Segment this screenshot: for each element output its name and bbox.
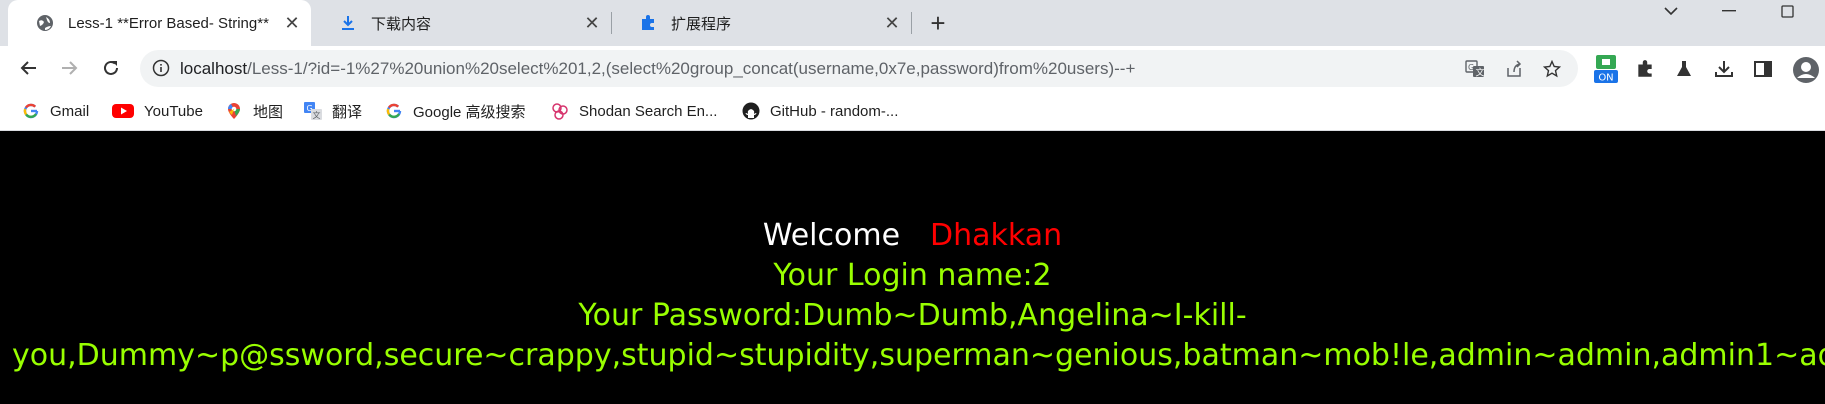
bookmark-gmail[interactable]: Gmail bbox=[22, 91, 89, 131]
bookmark-shodan[interactable]: Shodan Search En... bbox=[551, 91, 717, 131]
reload-button[interactable] bbox=[96, 53, 126, 83]
password-line-2: you,Dummy~p@ssword,secure~crappy,stupid~… bbox=[12, 338, 1825, 373]
shodan-icon bbox=[551, 102, 569, 120]
maximize-button[interactable] bbox=[1764, 0, 1810, 22]
address-bar[interactable]: localhost/Less-1/?id=-1%27%20union%20sel… bbox=[140, 50, 1578, 87]
side-panel-icon[interactable] bbox=[1752, 58, 1774, 80]
github-icon bbox=[742, 102, 760, 120]
bookmark-label: 地图 bbox=[253, 103, 284, 121]
tab-title: 扩展程序 bbox=[671, 15, 732, 33]
new-tab-button[interactable]: + bbox=[924, 8, 952, 38]
translate-page-icon[interactable]: 文G bbox=[1464, 58, 1486, 80]
bookmark-label: Shodan Search En... bbox=[579, 102, 718, 120]
share-icon[interactable] bbox=[1503, 58, 1525, 80]
svg-text:文: 文 bbox=[1476, 67, 1485, 79]
url-text[interactable]: localhost/Less-1/?id=-1%27%20union%20sel… bbox=[180, 50, 1135, 87]
tab-search-icon[interactable] bbox=[1648, 0, 1694, 22]
close-tab-icon[interactable]: ✕ bbox=[881, 12, 903, 34]
url-path: /Less-1/?id=-1%27%20union%20select%201,2… bbox=[247, 59, 1136, 78]
page-content: Welcome Dhakkan Your Login name:2 Your Pa… bbox=[0, 131, 1825, 404]
downloads-icon[interactable] bbox=[1713, 58, 1735, 80]
tab-title: 下载内容 bbox=[371, 15, 432, 33]
site-info-icon[interactable] bbox=[152, 59, 170, 82]
tab-less-1[interactable]: Less-1 **Error Based- String** ✕ bbox=[8, 0, 311, 46]
profile-avatar[interactable] bbox=[1792, 56, 1820, 84]
google-icon bbox=[385, 102, 403, 120]
maps-pin-icon bbox=[225, 102, 243, 120]
tab-extensions[interactable]: 扩展程序 ✕ bbox=[611, 0, 911, 46]
tab-separator bbox=[911, 12, 912, 34]
tab-strip: Less-1 **Error Based- String** ✕ 下载内容 ✕ … bbox=[0, 0, 1825, 46]
bookmark-github[interactable]: GitHub - random-... bbox=[742, 91, 898, 131]
bookmark-label: Gmail bbox=[50, 102, 90, 120]
welcome-text: Welcome bbox=[762, 218, 901, 253]
labs-flask-icon[interactable] bbox=[1673, 58, 1695, 80]
url-host: localhost bbox=[180, 59, 248, 78]
bookmark-translate[interactable]: G文 翻译 bbox=[304, 91, 362, 131]
translate-icon: G文 bbox=[304, 102, 322, 120]
bookmark-label: 翻译 bbox=[332, 103, 363, 121]
close-tab-icon[interactable]: ✕ bbox=[281, 12, 303, 34]
puzzle-icon bbox=[639, 14, 657, 32]
extensions-puzzle-icon[interactable] bbox=[1634, 58, 1656, 80]
browser-toolbar: localhost/Less-1/?id=-1%27%20union%20sel… bbox=[0, 46, 1825, 91]
forward-button[interactable] bbox=[54, 53, 84, 83]
tab-title: Less-1 **Error Based- String** bbox=[68, 14, 269, 32]
bookmark-maps[interactable]: 地图 bbox=[225, 91, 283, 131]
welcome-user: Dhakkan bbox=[930, 218, 1063, 253]
bookmarks-bar: Gmail YouTube 地图 G文 翻译 Google 高级搜索 Shoda… bbox=[0, 91, 1825, 131]
google-icon bbox=[22, 102, 40, 120]
bookmark-star-icon[interactable] bbox=[1541, 58, 1563, 80]
back-button[interactable] bbox=[14, 53, 44, 83]
extension-badge: ON bbox=[1598, 73, 1613, 84]
svg-text:G: G bbox=[1468, 63, 1474, 72]
extension-on-icon[interactable]: ON bbox=[1593, 54, 1619, 84]
bookmark-label: GitHub - random-... bbox=[770, 102, 899, 120]
welcome-line: Welcome Dhakkan bbox=[0, 218, 1825, 253]
bookmark-youtube[interactable]: YouTube bbox=[112, 91, 203, 131]
youtube-icon bbox=[112, 102, 134, 120]
svg-text:文: 文 bbox=[313, 110, 321, 120]
login-name-line: Your Login name:2 bbox=[773, 258, 1052, 293]
bookmark-google-advanced-search[interactable]: Google 高级搜索 bbox=[385, 91, 526, 131]
bookmark-label: Google 高级搜索 bbox=[413, 103, 526, 121]
bookmark-label: YouTube bbox=[144, 102, 203, 120]
minimize-button[interactable] bbox=[1706, 0, 1752, 22]
close-tab-icon[interactable]: ✕ bbox=[581, 12, 603, 34]
globe-icon bbox=[36, 14, 54, 32]
tab-downloads[interactable]: 下载内容 ✕ bbox=[311, 0, 611, 46]
password-line-1: Your Password:Dumb~Dumb,Angelina~I-kill- bbox=[578, 298, 1247, 333]
download-icon bbox=[339, 14, 357, 32]
